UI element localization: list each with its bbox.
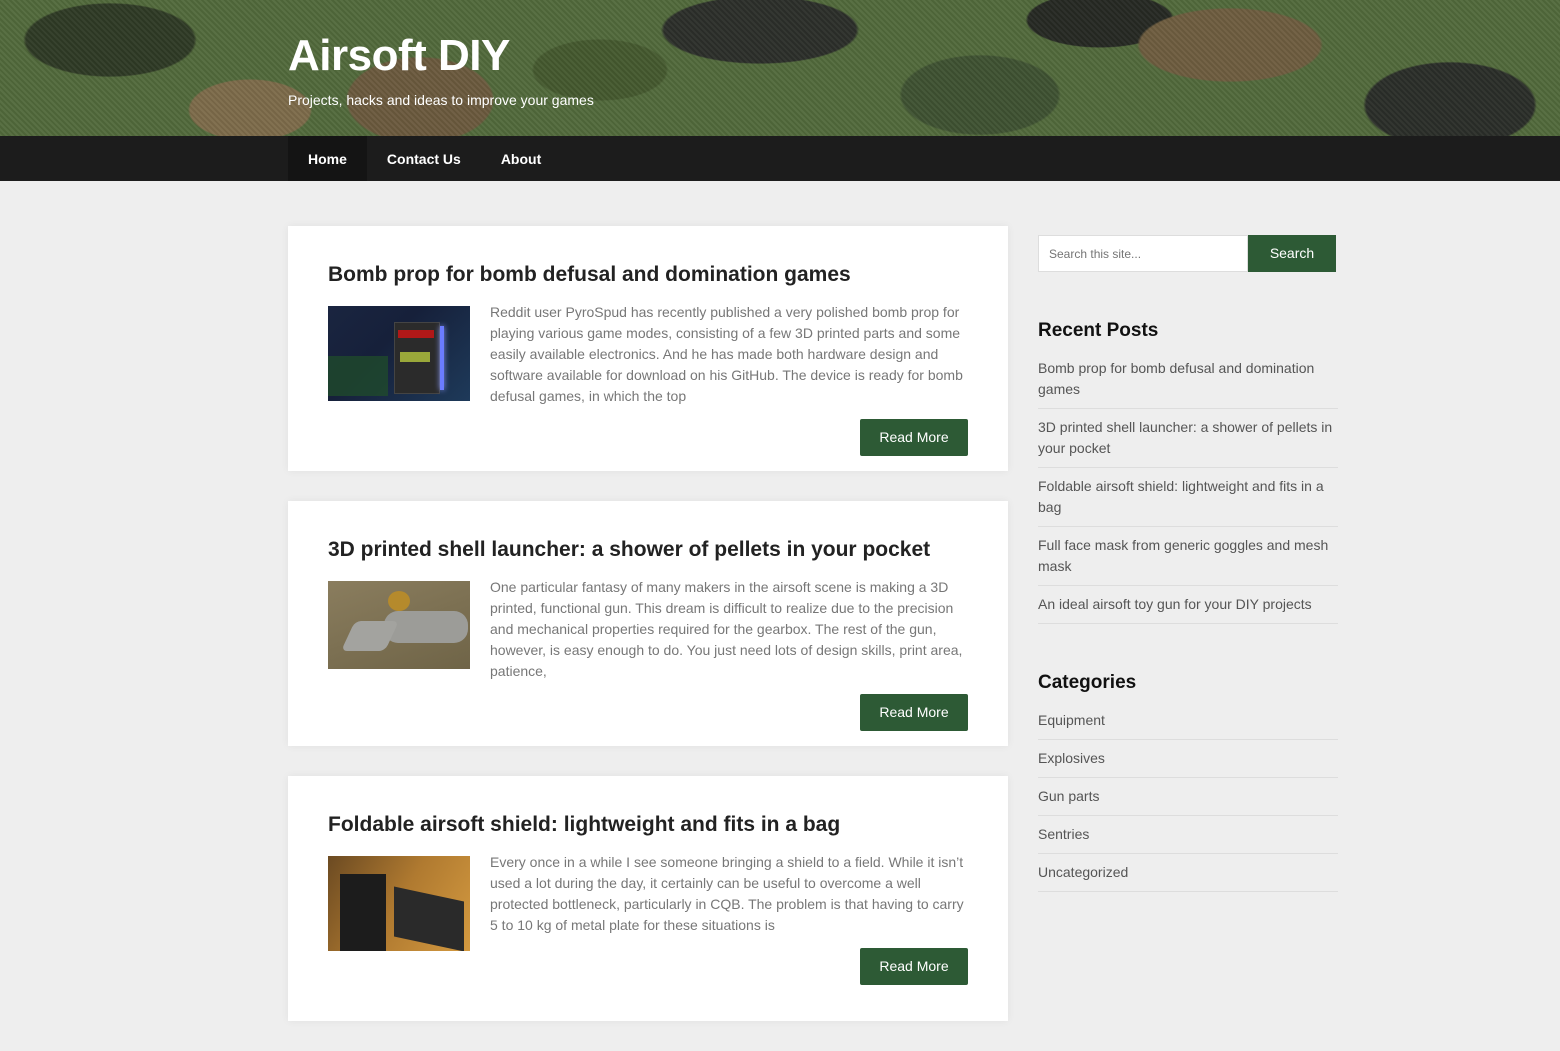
category-link[interactable]: Equipment — [1038, 710, 1338, 740]
post-list: Bomb prop for bomb defusal and dominatio… — [288, 226, 1008, 1051]
post-card: Bomb prop for bomb defusal and dominatio… — [288, 226, 1008, 471]
main-navigation: Home Contact Us About — [0, 136, 1560, 181]
category-link[interactable]: Explosives — [1038, 740, 1338, 778]
post-title[interactable]: Foldable airsoft shield: lightweight and… — [328, 812, 968, 838]
search-form: Search — [1038, 235, 1338, 272]
post-title[interactable]: 3D printed shell launcher: a shower of p… — [328, 537, 968, 563]
nav-item-about[interactable]: About — [481, 136, 561, 181]
post-title[interactable]: Bomb prop for bomb defusal and dominatio… — [328, 262, 968, 288]
site-branding: Airsoft DIY Projects, hacks and ideas to… — [288, 30, 594, 108]
post-excerpt: One particular fantasy of many makers in… — [490, 579, 963, 679]
post-thumbnail[interactable] — [328, 581, 470, 669]
widget-title: Recent Posts — [1038, 320, 1159, 341]
category-link[interactable]: Uncategorized — [1038, 854, 1338, 892]
site-header: Airsoft DIY Projects, hacks and ideas to… — [0, 0, 1560, 136]
post-card: Foldable airsoft shield: lightweight and… — [288, 776, 1008, 1021]
search-input[interactable] — [1038, 235, 1248, 272]
sidebar: Search Recent Posts Bomb prop for bomb d… — [1038, 235, 1338, 892]
category-link[interactable]: Sentries — [1038, 816, 1338, 854]
recent-post-link[interactable]: Bomb prop for bomb defusal and dominatio… — [1038, 358, 1338, 409]
recent-posts-widget: Recent Posts Bomb prop for bomb defusal … — [1038, 320, 1338, 624]
post-thumbnail[interactable] — [328, 306, 470, 401]
post-card: 3D printed shell launcher: a shower of p… — [288, 501, 1008, 746]
nav-item-home[interactable]: Home — [288, 136, 367, 181]
widget-title: Categories — [1038, 672, 1137, 693]
site-description: Projects, hacks and ideas to improve you… — [288, 92, 594, 108]
categories-widget: Categories Equipment Explosives Gun part… — [1038, 672, 1338, 892]
site-title[interactable]: Airsoft DIY — [288, 30, 594, 82]
read-more-button[interactable]: Read More — [860, 694, 968, 731]
post-excerpt: Every once in a while I see someone brin… — [490, 854, 964, 933]
post-thumbnail[interactable] — [328, 856, 470, 951]
recent-post-link[interactable]: 3D printed shell launcher: a shower of p… — [1038, 409, 1338, 468]
read-more-button[interactable]: Read More — [860, 419, 968, 456]
recent-post-link[interactable]: Foldable airsoft shield: lightweight and… — [1038, 468, 1338, 527]
post-excerpt: Reddit user PyroSpud has recently publis… — [490, 304, 963, 404]
read-more-button[interactable]: Read More — [860, 948, 968, 985]
recent-post-link[interactable]: Full face mask from generic goggles and … — [1038, 527, 1338, 586]
recent-post-link[interactable]: An ideal airsoft toy gun for your DIY pr… — [1038, 586, 1338, 624]
search-button[interactable]: Search — [1248, 235, 1336, 272]
category-link[interactable]: Gun parts — [1038, 778, 1338, 816]
nav-item-contact-us[interactable]: Contact Us — [367, 136, 481, 181]
